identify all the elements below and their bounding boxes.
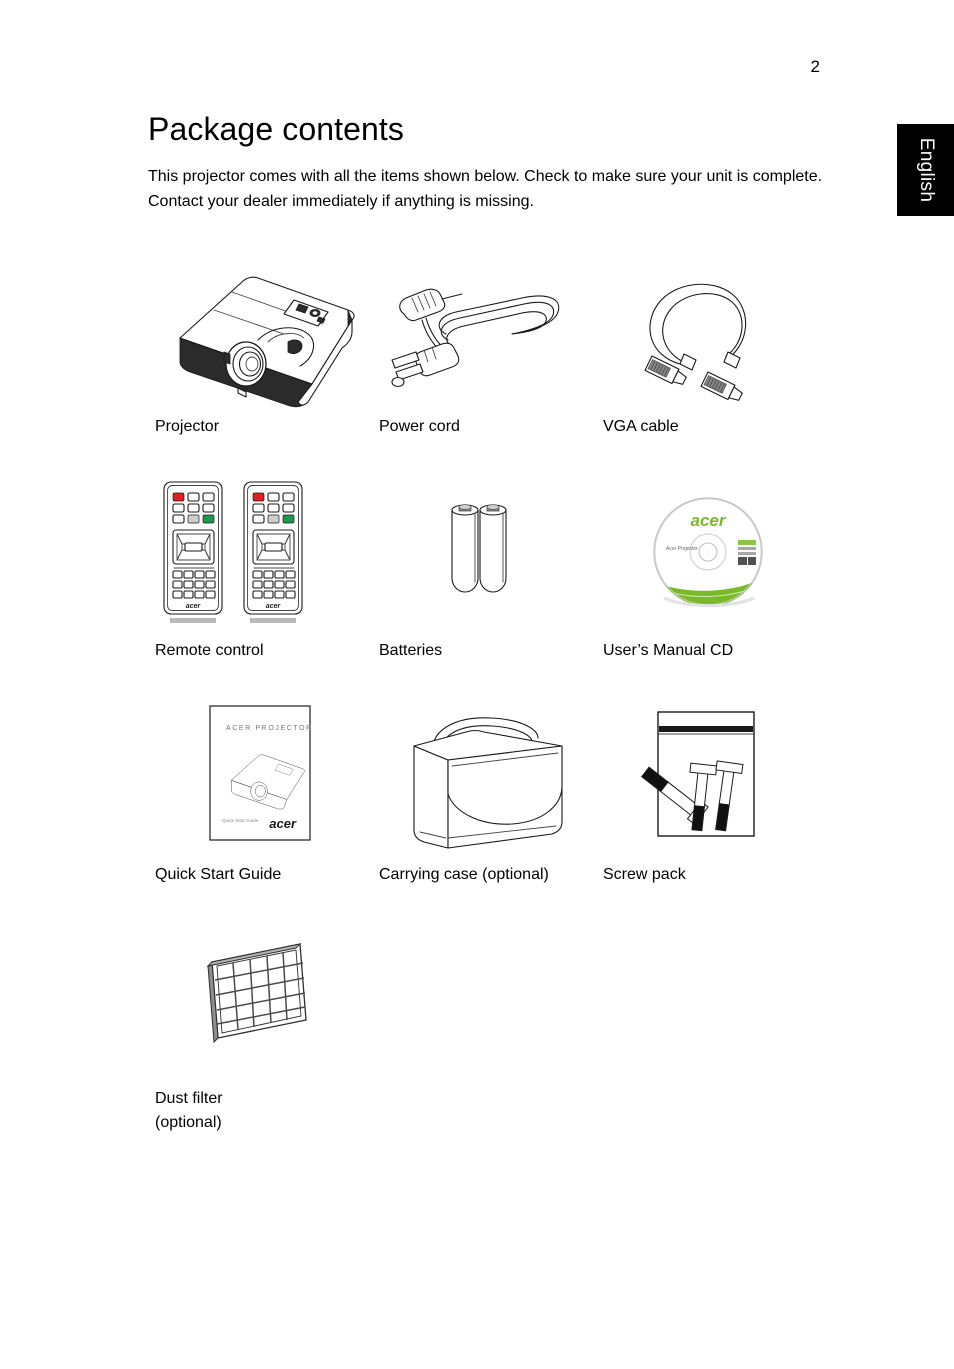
item-caption: Screw pack xyxy=(603,866,686,883)
dust-filter-icon xyxy=(148,924,372,1084)
language-tab-label: English xyxy=(915,137,937,203)
cd-subtitle-text: Acer Projector xyxy=(666,546,698,552)
package-item-power-cord: Power cord xyxy=(372,252,596,476)
vga-cable-icon xyxy=(596,252,820,412)
item-caption: Projector xyxy=(155,418,220,435)
document-page: 2 English Package contents This projecto… xyxy=(0,0,954,1369)
carrying-case-icon xyxy=(372,700,596,860)
intro-paragraph: This projector comes with all the items … xyxy=(148,168,823,210)
package-item-vga-cable: VGA cable xyxy=(596,252,820,476)
item-caption: Dust filter (optional) xyxy=(155,1090,223,1131)
page-title: Package contents xyxy=(148,111,404,147)
remote-control-icon: acer xyxy=(148,476,372,636)
package-items-row: acer Remote control xyxy=(148,476,908,700)
quick-start-guide-icon: ACER PROJECTOR Quick Start Guide acer xyxy=(148,700,372,860)
package-item-screw-pack: Screw pack xyxy=(596,700,820,924)
package-items-row: Projector Power cord VGA cable xyxy=(148,252,908,476)
language-tab: English xyxy=(897,124,954,216)
package-items-row: Dust filter (optional) xyxy=(148,924,908,1148)
batteries-icon xyxy=(372,476,596,636)
power-cord-icon xyxy=(372,252,596,412)
package-item-manual-cd: acer Acer Projector User’s Manual CD xyxy=(596,476,820,700)
item-caption: Power cord xyxy=(379,418,460,435)
package-item-quick-start-guide: ACER PROJECTOR Quick Start Guide acer Qu… xyxy=(148,700,372,924)
package-items-row: ACER PROJECTOR Quick Start Guide acer Qu… xyxy=(148,700,908,924)
cd-brand-text: acer xyxy=(691,511,727,530)
item-caption: Carrying case (optional) xyxy=(379,866,549,883)
package-item-batteries: Batteries xyxy=(372,476,596,700)
package-items-grid: Projector Power cord VGA cable Remote co… xyxy=(148,252,908,1148)
package-item-projector: Projector xyxy=(148,252,372,476)
manual-cd-icon: acer Acer Projector xyxy=(596,476,820,636)
package-item-dust-filter: Dust filter (optional) xyxy=(148,924,372,1148)
screw-pack-icon xyxy=(596,700,820,860)
projector-icon xyxy=(148,252,372,412)
page-number: 2 xyxy=(810,57,820,76)
guide-brand-text: acer xyxy=(269,816,297,831)
item-caption: Batteries xyxy=(379,642,443,659)
item-caption: User’s Manual CD xyxy=(603,642,734,659)
item-caption: Remote control xyxy=(155,642,264,659)
package-item-carrying-case: Carrying case (optional) xyxy=(372,700,596,924)
guide-footer-text: Quick Start Guide xyxy=(222,818,259,823)
package-item-remote-control: acer Remote control xyxy=(148,476,372,700)
guide-title-text: ACER PROJECTOR xyxy=(226,725,313,732)
item-caption: Quick Start Guide xyxy=(155,866,282,883)
item-caption: VGA cable xyxy=(603,418,679,435)
